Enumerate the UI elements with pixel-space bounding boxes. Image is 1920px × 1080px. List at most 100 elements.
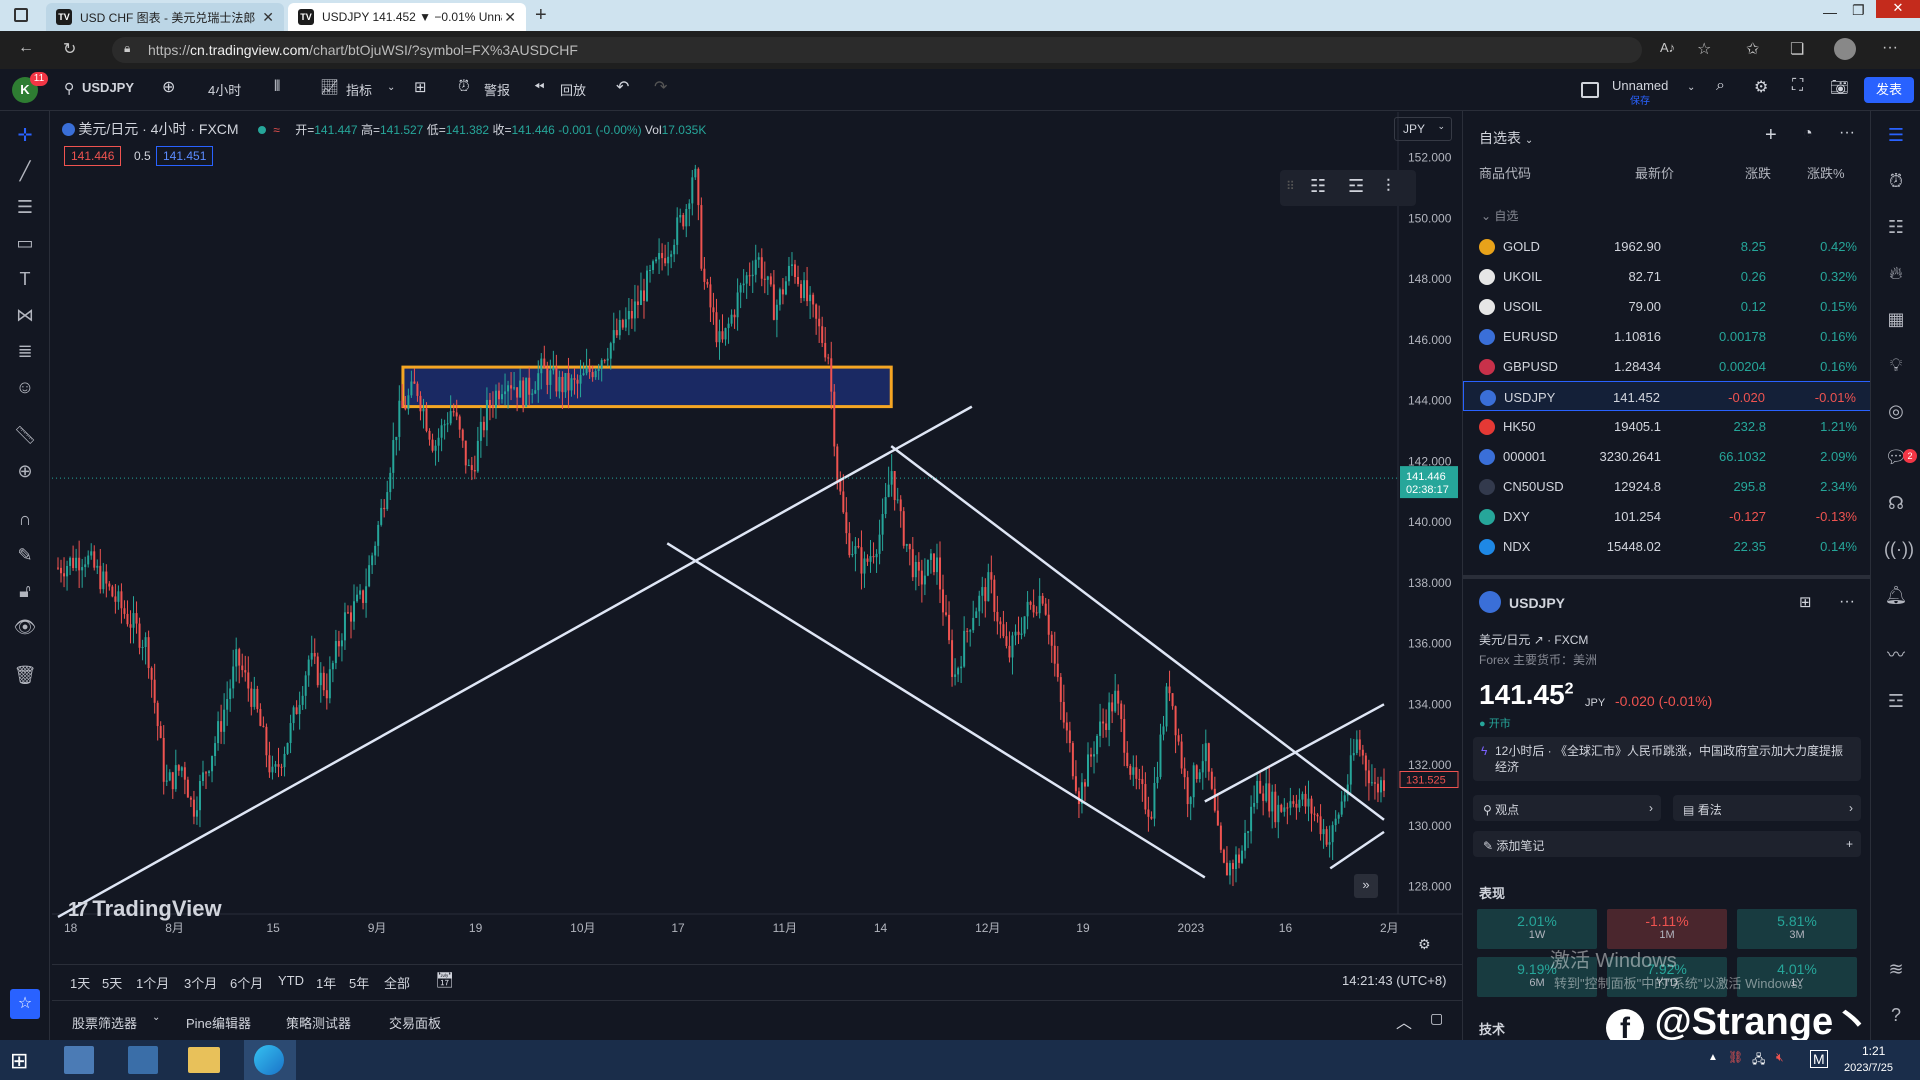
watchlist-row[interactable]: CN50USD 12924.8 295.8 2.34% [1463, 471, 1871, 501]
calendar-icon[interactable]: ▦ [1884, 307, 1908, 331]
search-icon[interactable]: ⚲ [64, 80, 74, 97]
more-icon[interactable]: ··· [1839, 593, 1855, 611]
column-change[interactable]: 涨跌 [1745, 163, 1771, 182]
chevron-down-icon[interactable]: ⌄ [152, 1012, 160, 1023]
performance-cell[interactable]: 5.81% 3M [1737, 909, 1857, 949]
range-1m[interactable]: 1个月 [136, 973, 169, 992]
symbol-search-button[interactable]: USDJPY [82, 80, 134, 95]
compare-add-icon[interactable]: ⊕ [162, 77, 175, 97]
axis-settings-icon[interactable]: ⚙ [1418, 936, 1431, 953]
text-icon[interactable]: T [13, 267, 37, 291]
minimize-window-icon[interactable]: — [1823, 4, 1837, 20]
tray-app-icon[interactable]: ⛓ [1728, 1050, 1743, 1064]
tray-volume-icon[interactable]: 🔇︎ [1776, 1050, 1784, 1065]
help-icon[interactable]: ? [1884, 1003, 1908, 1027]
range-1y[interactable]: 1年 [316, 973, 336, 992]
favorites-star-icon[interactable]: ☆ [10, 989, 40, 1019]
advanced-view-icon[interactable]: ◔ [1803, 125, 1813, 143]
range-all[interactable]: 全部 [384, 973, 410, 992]
layout-grid-icon[interactable]: ⊞ [1799, 593, 1812, 611]
data-window-icon[interactable]: ⫶ [1386, 176, 1391, 197]
collections-icon[interactable]: ❏ [1790, 39, 1804, 59]
undo-icon[interactable]: ↶ [616, 77, 629, 97]
fullscreen-icon[interactable]: ⛶ [1792, 77, 1803, 95]
windows-start-icon[interactable]: ⊞ [10, 1048, 28, 1074]
url-field[interactable]: 🔒︎ https://cn.tradingview.com/chart/btOj… [112, 37, 1642, 63]
range-3m[interactable]: 3个月 [184, 973, 217, 992]
redo-icon[interactable]: ↷ [654, 77, 667, 97]
alerts-clock-icon[interactable]: ⏰︎ [1884, 169, 1908, 193]
pattern-icon[interactable]: ⋈ [13, 303, 37, 327]
chevron-down-icon[interactable]: ⌄ [1687, 82, 1695, 93]
tab-strategy-tester[interactable]: 策略测试器 [286, 1013, 351, 1032]
watchlist-row[interactable]: DXY 101.254 -0.127 -0.13% [1463, 501, 1871, 531]
buy-price-button[interactable]: 141.451 [156, 146, 214, 166]
chevron-down-icon[interactable]: ⌄ [387, 82, 395, 93]
camera-icon[interactable]: 📷︎ [1830, 78, 1849, 96]
close-tab-icon[interactable]: ✕ [504, 9, 516, 26]
column-last[interactable]: 最新价 [1635, 163, 1674, 182]
range-1d[interactable]: 1天 [70, 973, 90, 992]
magnet-icon[interactable]: ∩ [13, 507, 37, 531]
close-tab-icon[interactable]: ✕ [262, 9, 274, 26]
more-icon[interactable]: ··· [1839, 124, 1855, 142]
chart-canvas[interactable]: 128.000 130.000 132.000 134.000 136.000 138.0… [52, 112, 1462, 934]
performance-cell[interactable]: 2.01% 1W [1477, 909, 1597, 949]
refresh-icon[interactable]: ↻ [63, 39, 76, 59]
publish-button[interactable]: 发表 [1864, 77, 1914, 103]
interval-button[interactable]: 4小时 [208, 80, 241, 99]
watchlist-row[interactable]: 000001 3230.2641 66.1032 2.09% [1463, 441, 1871, 471]
watchlist-icon[interactable]: ☰ [1884, 123, 1908, 147]
watchlist-row[interactable]: EURUSD 1.10816 0.00178 0.16% [1463, 321, 1871, 351]
trash-icon[interactable]: 🗑︎ [13, 663, 37, 687]
crosshair-icon[interactable]: ✛ [13, 123, 37, 147]
back-icon[interactable]: ← [18, 39, 34, 57]
quick-search-icon[interactable]: ⌕ [1716, 77, 1725, 95]
network-app-icon[interactable] [64, 1046, 94, 1074]
collapse-panel-icon[interactable]: ︿ [1396, 1009, 1412, 1033]
object-list-icon[interactable]: ☲ [1348, 176, 1364, 197]
clock-display[interactable]: 14:21:43 (UTC+8) [1342, 973, 1446, 988]
browser-tab-usdjpy[interactable]: TV USDJPY 141.452 ▼ −0.01% Unna ✕ [288, 3, 526, 31]
watchlist-row[interactable]: UKOIL 82.71 0.26 0.32% [1463, 261, 1871, 291]
watchlist-row[interactable]: GBPUSD 1.28434 0.00204 0.16% [1463, 351, 1871, 381]
favorite-add-icon[interactable]: ☆ [1697, 39, 1711, 59]
external-link-icon[interactable]: ↗ [1534, 633, 1544, 647]
layout-templates-icon[interactable]: ⊞ [414, 78, 427, 96]
news-headline[interactable]: ϟ 12小时后 · 《全球汇市》人民币跳涨，中国政府宣示加大力度提振经济 [1473, 737, 1861, 781]
watchlist-row[interactable]: GOLD 1962.90 8.25 0.42% [1463, 231, 1871, 261]
watchlist-title[interactable]: 自选表 ⌄ [1479, 128, 1533, 148]
watchlist-row[interactable]: HK50 19405.1 232.8 1.21% [1463, 411, 1871, 441]
emoji-icon[interactable]: ☺ [13, 375, 37, 399]
file-explorer-icon[interactable] [188, 1047, 220, 1073]
column-code[interactable]: 商品代码 [1479, 163, 1531, 182]
broadcast-icon[interactable]: ((·)) [1884, 537, 1914, 561]
pencil-lock-icon[interactable]: ✎ [13, 543, 37, 567]
dom-icon[interactable]: ☲ [1884, 689, 1908, 713]
watchlist-row[interactable]: USDJPY 141.452 -0.020 -0.01% [1463, 381, 1871, 411]
pine-icon[interactable]: 〰 [1884, 643, 1908, 667]
powershell-icon[interactable] [128, 1046, 158, 1074]
replay-button[interactable]: 回放 [560, 80, 586, 99]
restore-window-icon[interactable]: ❐ [1852, 2, 1865, 19]
prediction-icon[interactable]: ≣ [13, 339, 37, 363]
close-window-icon[interactable]: ✕ [1876, 0, 1920, 18]
calendar-icon[interactable]: 📅︎ [435, 971, 454, 989]
section-header[interactable]: ⌄ 自选 [1481, 207, 1518, 224]
range-5d[interactable]: 5天 [102, 973, 122, 992]
tab-pine-editor[interactable]: Pine编辑器 [186, 1013, 251, 1032]
watchlist-row[interactable]: USOIL 79.00 0.12 0.15% [1463, 291, 1871, 321]
notifications-bell-icon[interactable]: 🔔︎ [1884, 583, 1908, 607]
data-window-icon[interactable]: ☷ [1884, 215, 1908, 239]
range-5y[interactable]: 5年 [349, 973, 369, 992]
layers-icon[interactable]: ≋ [1884, 957, 1908, 981]
alerts-button[interactable]: 警报 [484, 80, 510, 99]
streams-icon[interactable]: ◎ [1884, 399, 1908, 423]
read-aloud-icon[interactable]: A♪ [1660, 40, 1675, 55]
legend-title[interactable]: 美元/日元 · 4小时 · FXCM [78, 121, 238, 137]
hotlist-icon[interactable]: 🔥︎ [1884, 261, 1908, 285]
add-symbol-icon[interactable]: + [1765, 124, 1777, 147]
experts-icon[interactable]: ☊ [1884, 491, 1908, 515]
new-tab-icon[interactable]: + [535, 4, 547, 27]
range-6m[interactable]: 6个月 [230, 973, 263, 992]
